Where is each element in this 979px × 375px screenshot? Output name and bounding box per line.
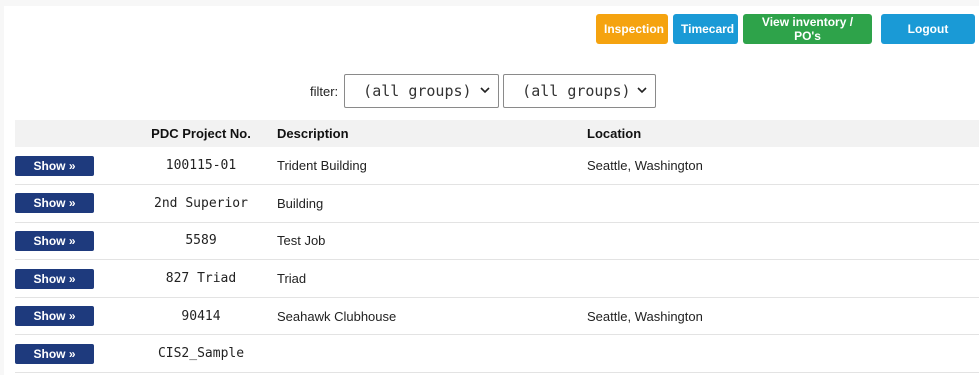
description: Building (277, 195, 324, 211)
table-row: Show » 90414 Seahawk Clubhouse Seattle, … (15, 297, 979, 335)
projects-table: PDC Project No. Description Location Sho… (15, 120, 979, 373)
project-no: CIS2_Sample (157, 346, 245, 362)
location (587, 335, 979, 373)
location (587, 260, 979, 298)
location (587, 185, 979, 223)
show-button[interactable]: Show » (15, 155, 94, 176)
description: Triad (277, 271, 307, 287)
show-button[interactable]: Show » (15, 268, 94, 289)
table-header-row: PDC Project No. Description Location (15, 120, 979, 147)
page: Inspection Timecard View inventory / PO'… (4, 6, 979, 375)
table-row: Show » 100115-01 Trident Building Seattl… (15, 147, 979, 185)
location: Seattle, Washington (587, 308, 703, 324)
project-no: 90414 (181, 308, 221, 324)
group-filter-select-2[interactable]: (all groups) (503, 74, 657, 108)
table-row: Show » 827 Triad Triad (15, 260, 979, 298)
filter-label: filter: (310, 83, 339, 99)
view-inventory-button[interactable]: View inventory / PO's (743, 14, 872, 44)
project-no: 827 Triad (165, 271, 237, 287)
chevron-down-icon (480, 87, 490, 94)
project-no: 5589 (185, 233, 217, 249)
group-filter-select-1[interactable]: (all groups) (344, 74, 500, 108)
inspection-button[interactable]: Inspection (596, 14, 668, 44)
group-filter-select-1-value: (all groups) (363, 82, 472, 100)
show-button[interactable]: Show » (15, 230, 94, 251)
description: Test Job (277, 233, 326, 249)
top-nav: Inspection Timecard View inventory / PO'… (596, 14, 975, 44)
group-filter-select-2-value: (all groups) (522, 82, 631, 100)
chevron-down-icon (637, 87, 647, 94)
show-button[interactable]: Show » (15, 343, 94, 364)
header-project-no: PDC Project No. (151, 126, 251, 141)
header-location: Location (587, 126, 642, 141)
location: Seattle, Washington (587, 158, 703, 174)
table-row: Show » 5589 Test Job (15, 222, 979, 260)
description (277, 335, 587, 373)
filter-row: filter: (all groups) (all groups) (310, 74, 657, 108)
logout-button[interactable]: Logout (881, 14, 975, 44)
header-description: Description (277, 126, 349, 141)
description: Trident Building (277, 158, 367, 174)
header-action (15, 120, 125, 147)
table-row: Show » 2nd Superior Building (15, 185, 979, 223)
location (587, 222, 979, 260)
project-no: 2nd Superior (154, 195, 248, 211)
description: Seahawk Clubhouse (277, 308, 397, 324)
project-no: 100115-01 (165, 158, 237, 174)
show-button[interactable]: Show » (15, 193, 94, 214)
show-button[interactable]: Show » (15, 306, 94, 327)
timecard-button[interactable]: Timecard (673, 14, 738, 44)
table-row: Show » CIS2_Sample (15, 335, 979, 373)
